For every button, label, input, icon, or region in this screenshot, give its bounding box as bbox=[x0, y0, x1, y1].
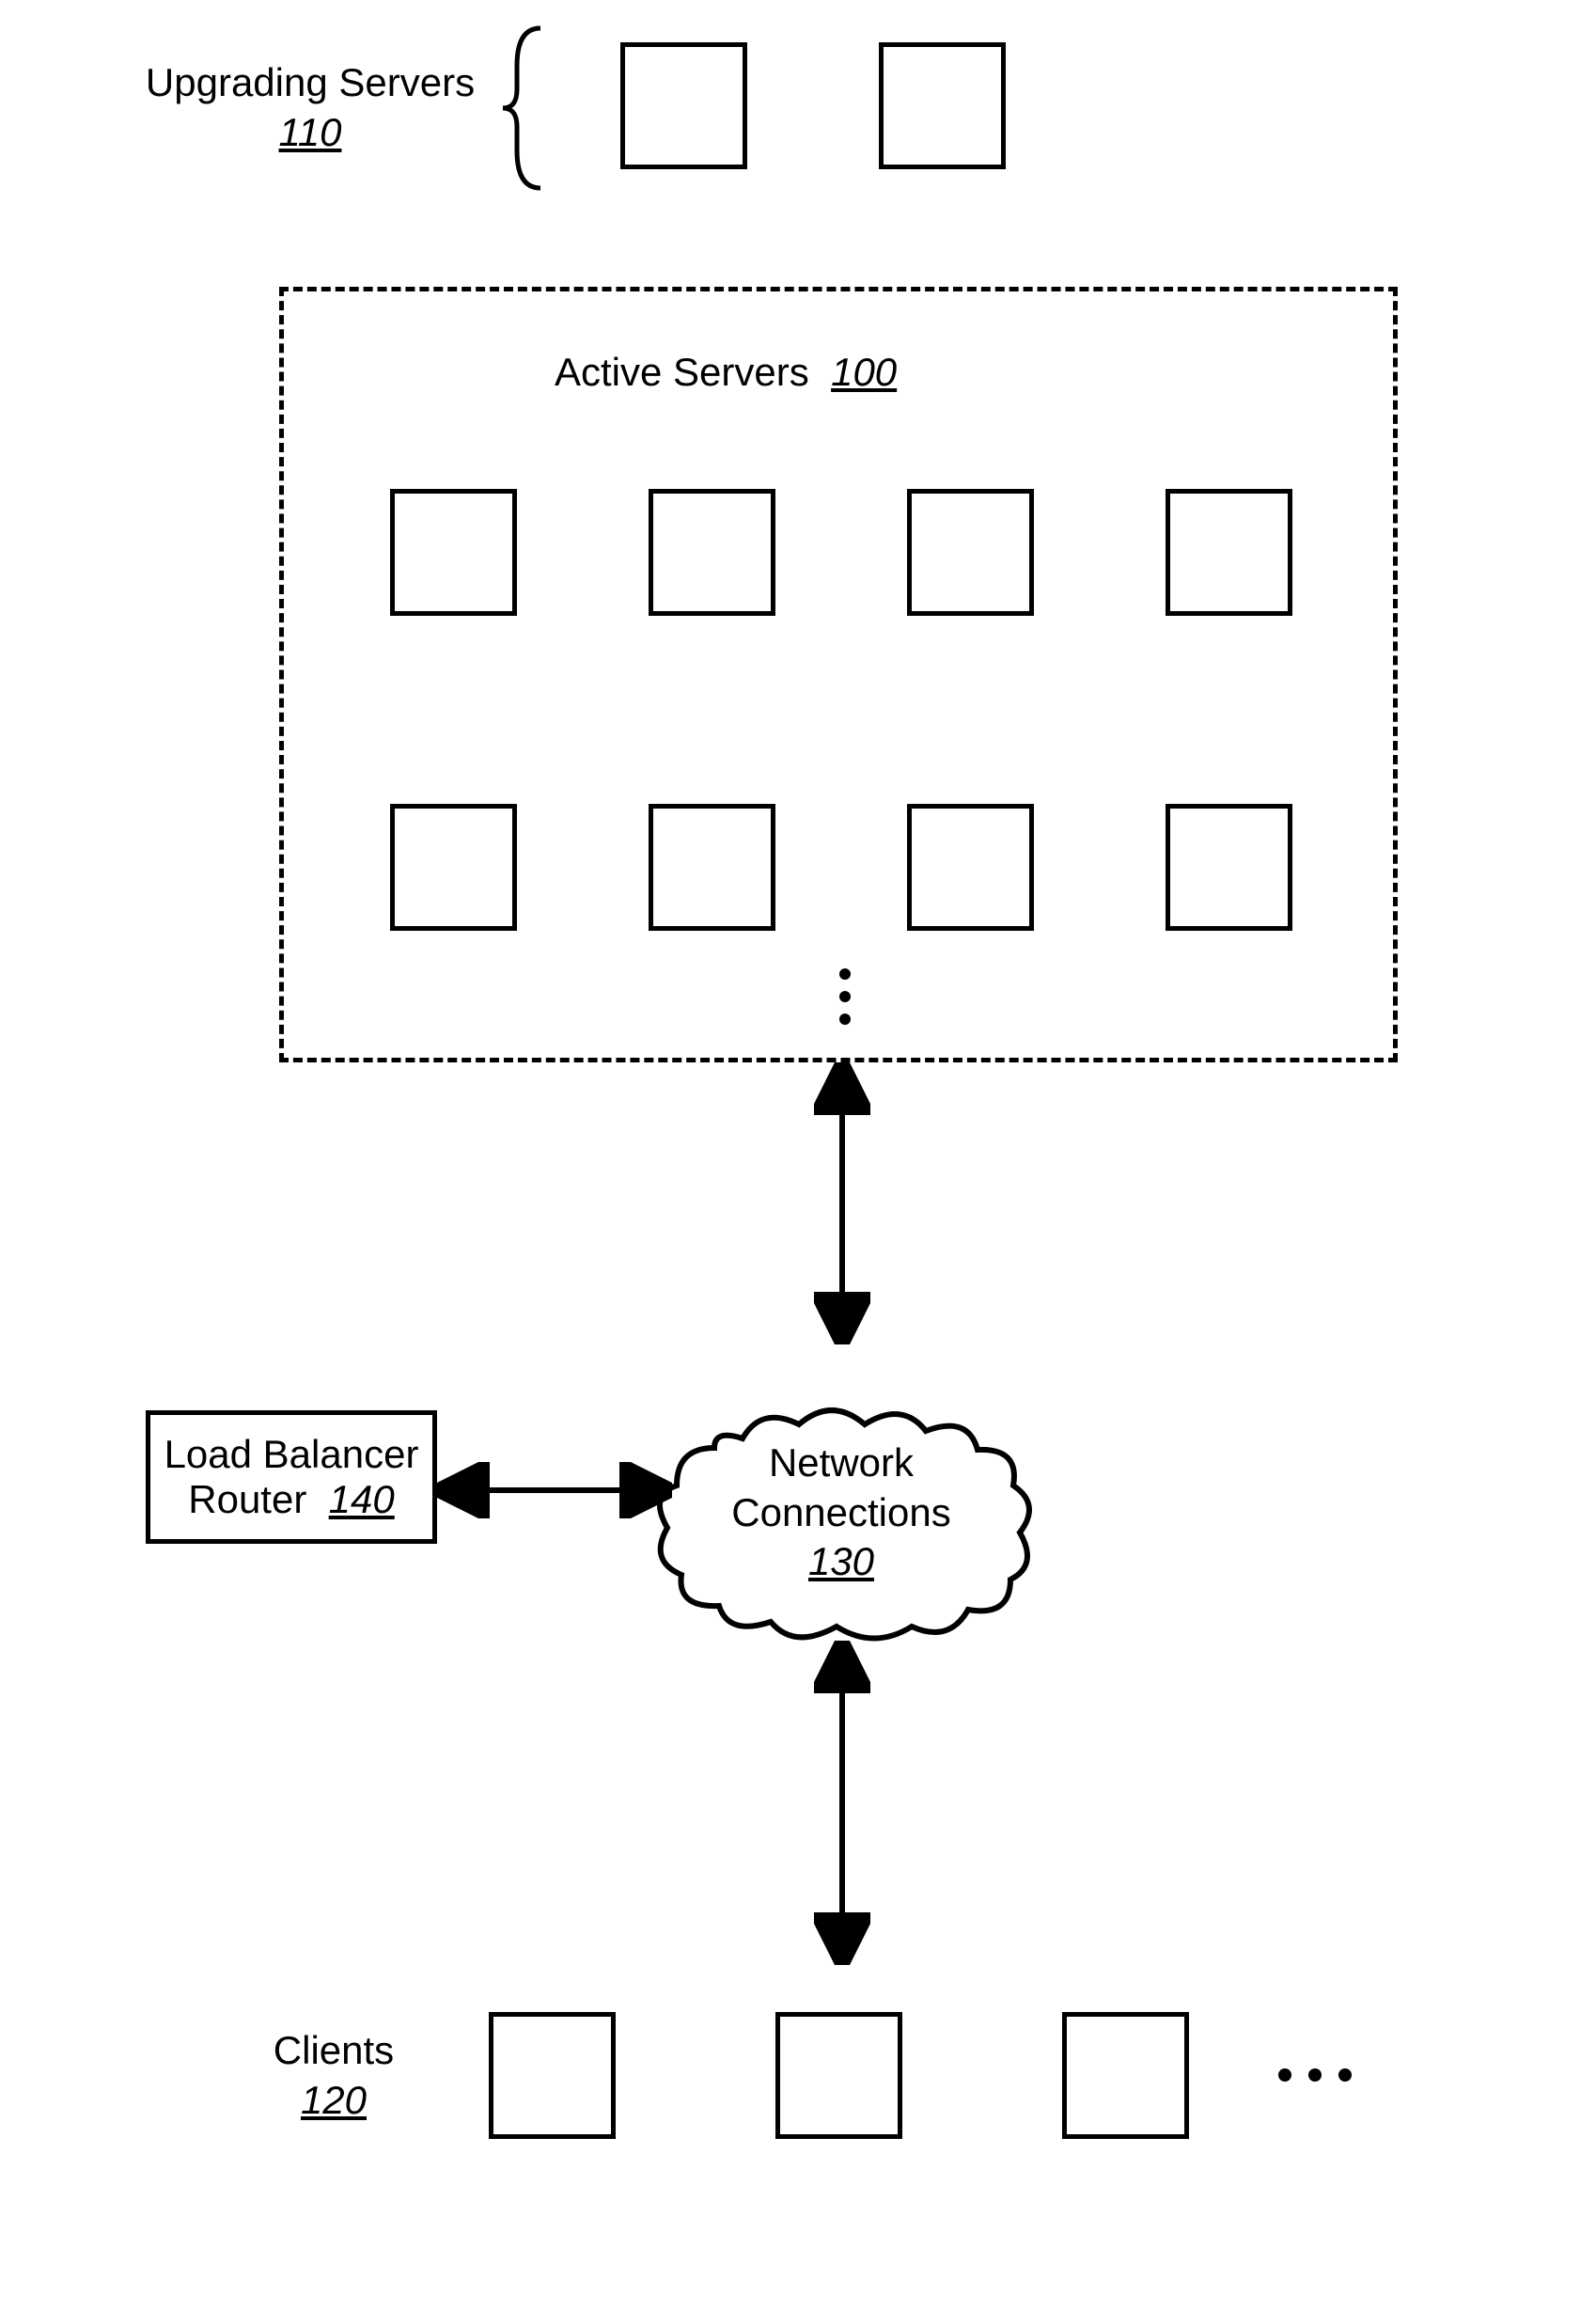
load-balancer-box: Load Balancer Router 140 bbox=[146, 1410, 437, 1544]
active-server-box bbox=[1166, 804, 1292, 931]
vertical-ellipsis-icon bbox=[839, 968, 851, 1025]
active-server-box bbox=[649, 804, 775, 931]
upgrading-servers-label: Upgrading Servers 110 bbox=[141, 58, 479, 157]
double-arrow-vertical-icon bbox=[814, 1062, 870, 1344]
clients-label: Clients 120 bbox=[240, 2026, 428, 2125]
network-cloud-label: Network Connections 130 bbox=[639, 1438, 1043, 1587]
upgrading-server-box bbox=[620, 42, 747, 169]
double-arrow-vertical-icon bbox=[814, 1641, 870, 1965]
upgrading-server-box bbox=[879, 42, 1006, 169]
network-ref: 130 bbox=[808, 1539, 874, 1583]
client-box bbox=[775, 2012, 902, 2139]
lb-ref: 140 bbox=[329, 1477, 395, 1521]
lb-line1: Load Balancer bbox=[164, 1432, 419, 1476]
clients-ref: 120 bbox=[301, 2078, 367, 2122]
network-line1: Network bbox=[769, 1440, 914, 1485]
horizontal-ellipsis-icon bbox=[1278, 2068, 1352, 2082]
active-servers-text: Active Servers bbox=[555, 350, 809, 394]
network-cloud: Network Connections 130 bbox=[639, 1344, 1043, 1645]
active-servers-title: Active Servers 100 bbox=[555, 348, 987, 398]
upgrading-servers-text: Upgrading Servers bbox=[146, 60, 475, 104]
diagram-canvas: Upgrading Servers 110 Active Servers 100 bbox=[0, 0, 1596, 2311]
active-server-box bbox=[390, 489, 517, 616]
brace-icon bbox=[498, 24, 550, 193]
double-arrow-horizontal-icon bbox=[437, 1462, 672, 1518]
clients-text: Clients bbox=[274, 2028, 394, 2072]
network-line2: Connections bbox=[731, 1490, 950, 1534]
active-server-box bbox=[907, 489, 1034, 616]
active-servers-ref: 100 bbox=[831, 350, 897, 394]
active-servers-container bbox=[279, 287, 1398, 1062]
active-server-box bbox=[649, 489, 775, 616]
client-box bbox=[1062, 2012, 1189, 2139]
lb-line2-prefix: Router bbox=[188, 1477, 306, 1521]
client-box bbox=[489, 2012, 616, 2139]
active-server-box bbox=[390, 804, 517, 931]
active-server-box bbox=[907, 804, 1034, 931]
active-server-box bbox=[1166, 489, 1292, 616]
upgrading-servers-ref: 110 bbox=[279, 110, 342, 154]
